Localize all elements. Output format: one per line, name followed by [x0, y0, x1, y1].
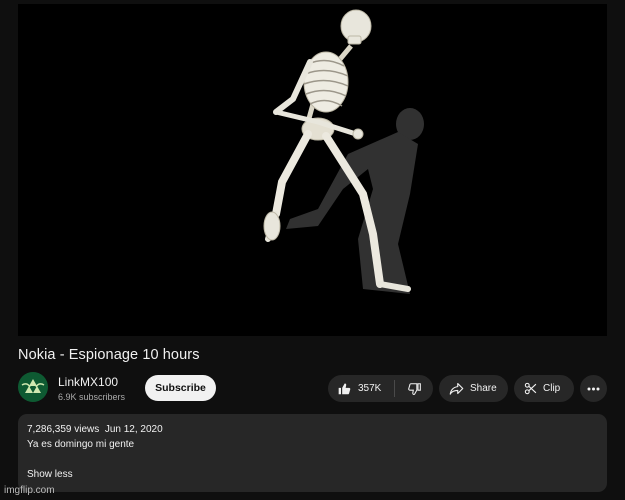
more-horizontal-icon [587, 387, 600, 390]
video-title: Nokia - Espionage 10 hours [18, 347, 200, 363]
show-less-button[interactable]: Show less [27, 469, 73, 480]
subscribe-button[interactable]: Subscribe [145, 375, 216, 401]
skeleton-video-frame [263, 9, 424, 294]
clip-button[interactable]: Clip [514, 375, 574, 402]
like-button[interactable]: 357K [328, 375, 394, 402]
upload-date: Jun 12, 2020 [104, 424, 163, 435]
description-box: 7,286,359 views Jun 12, 2020 Ya es domin… [18, 414, 607, 492]
imgflip-watermark: imgflip.com [4, 485, 55, 496]
triforce-logo-icon [18, 372, 48, 402]
view-count: 7,286,359 views [27, 424, 100, 435]
thumbs-down-icon [407, 382, 421, 395]
like-dislike-group: 357K [328, 375, 433, 402]
description-meta: 7,286,359 views Jun 12, 2020 [27, 424, 163, 435]
channel-name[interactable]: LinkMX100 [58, 375, 118, 389]
subscriber-count: 6.9K subscribers [58, 392, 126, 402]
share-label: Share [470, 383, 497, 394]
like-count: 357K [358, 383, 382, 394]
dislike-button[interactable] [395, 375, 433, 402]
video-player[interactable] [18, 4, 607, 336]
channel-avatar[interactable] [18, 372, 48, 402]
clip-label: Clip [543, 383, 561, 394]
more-actions-button[interactable] [580, 375, 607, 402]
description-text: Ya es domingo mi gente [27, 439, 135, 450]
share-button[interactable]: Share [439, 375, 508, 402]
thumbs-up-icon [338, 383, 351, 394]
scissors-icon [524, 382, 537, 395]
share-arrow-icon [449, 382, 464, 395]
